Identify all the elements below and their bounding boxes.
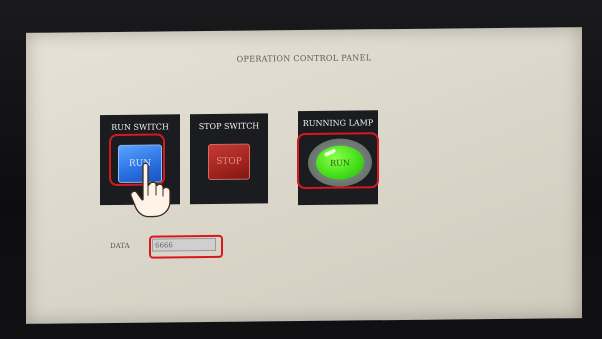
stop-button[interactable]: STOP bbox=[208, 143, 250, 181]
page-title: OPERATION CONTROL PANEL bbox=[236, 53, 372, 64]
run-switch-label: RUN SWITCH bbox=[111, 122, 169, 133]
running-lamp-label: RUNNING LAMP bbox=[302, 118, 374, 129]
hand-pointer-icon bbox=[130, 162, 171, 218]
monitor-bezel: OPERATION CONTROL PANEL RUN SWITCH RUN S… bbox=[0, 0, 602, 339]
data-field-highlight bbox=[149, 234, 223, 259]
stop-switch-label: STOP SWITCH bbox=[198, 121, 260, 132]
stop-switch-panel: STOP SWITCH STOP bbox=[190, 113, 268, 205]
running-lamp-highlight bbox=[297, 132, 379, 190]
data-label: DATA bbox=[110, 241, 130, 251]
hmi-screen: OPERATION CONTROL PANEL RUN SWITCH RUN S… bbox=[26, 27, 582, 324]
